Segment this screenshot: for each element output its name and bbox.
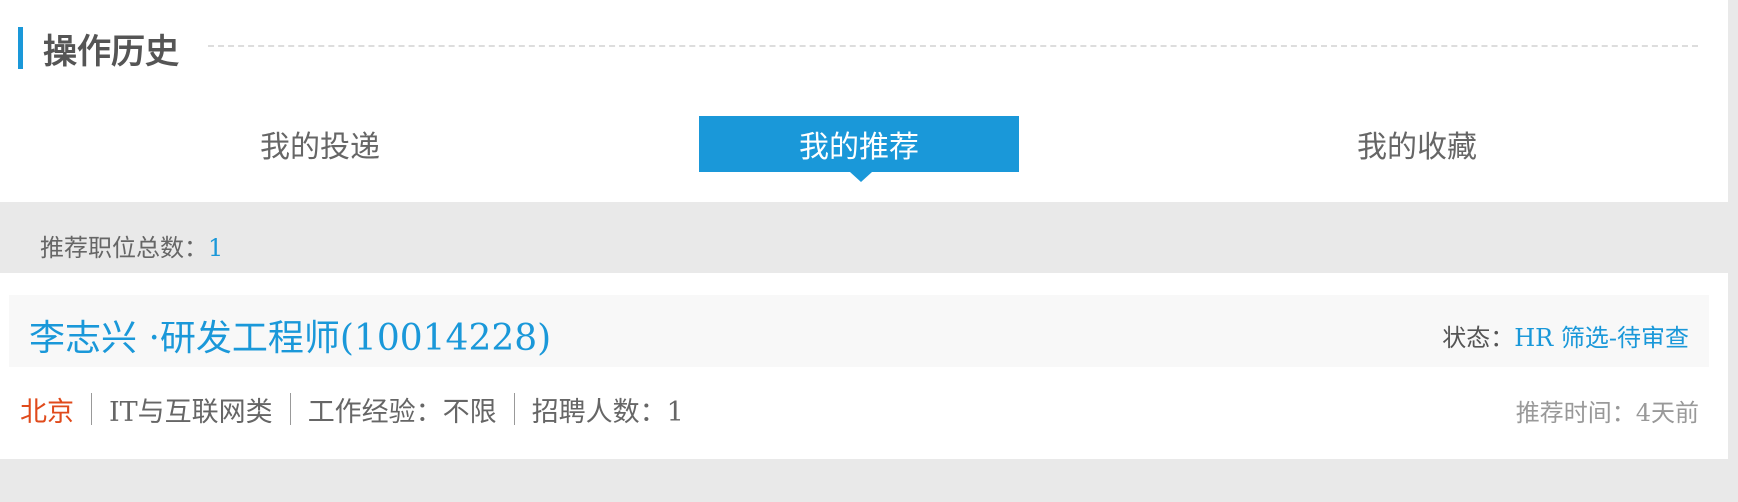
status-value: HR 筛选-待审查 [1514, 324, 1689, 352]
job-industry: IT与互联网类 [109, 396, 273, 428]
job-meta: 北京 IT与互联网类 工作经验：不限 招聘人数：1 [20, 391, 701, 428]
job-status: 状态：HR 筛选-待审查 [1442, 318, 1689, 353]
history-tabs: 我的投递 我的推荐 我的收藏 [0, 116, 1728, 172]
recommend-time: 推荐时间：4天前 [1515, 399, 1699, 427]
job-experience: 工作经验：不限 [307, 396, 497, 428]
job-headcount: 招聘人数：1 [531, 396, 684, 428]
summary-label: 推荐职位总数： [40, 234, 208, 262]
job-city: 北京 [20, 396, 74, 428]
section-title-wrap: 操作历史 [18, 26, 179, 72]
section-title: 操作历史 [43, 31, 179, 72]
summary-count: 1 [208, 234, 224, 262]
tab-my-applications[interactable]: 我的投递 [160, 116, 480, 172]
page: 操作历史 我的投递 我的推荐 我的收藏 推荐职位总数：1 李志兴 ·研发工程师(… [0, 0, 1738, 502]
title-accent-bar [18, 27, 23, 69]
tab-my-favorites[interactable]: 我的收藏 [1257, 116, 1577, 172]
title-dashed-divider [208, 45, 1698, 47]
tab-my-recommendations[interactable]: 我的推荐 [699, 116, 1019, 172]
recommend-summary: 推荐职位总数：1 [40, 228, 223, 263]
active-tab-arrow-icon [850, 172, 872, 182]
status-label: 状态： [1442, 324, 1515, 352]
job-title-link[interactable]: 李志兴 ·研发工程师(10014228) [29, 309, 551, 361]
job-card: 李志兴 ·研发工程师(10014228) 状态：HR 筛选-待审查 北京 IT与… [0, 273, 1728, 459]
history-header: 操作历史 我的投递 我的推荐 我的收藏 [0, 0, 1728, 202]
job-card-header: 李志兴 ·研发工程师(10014228) 状态：HR 筛选-待审查 [9, 295, 1709, 367]
